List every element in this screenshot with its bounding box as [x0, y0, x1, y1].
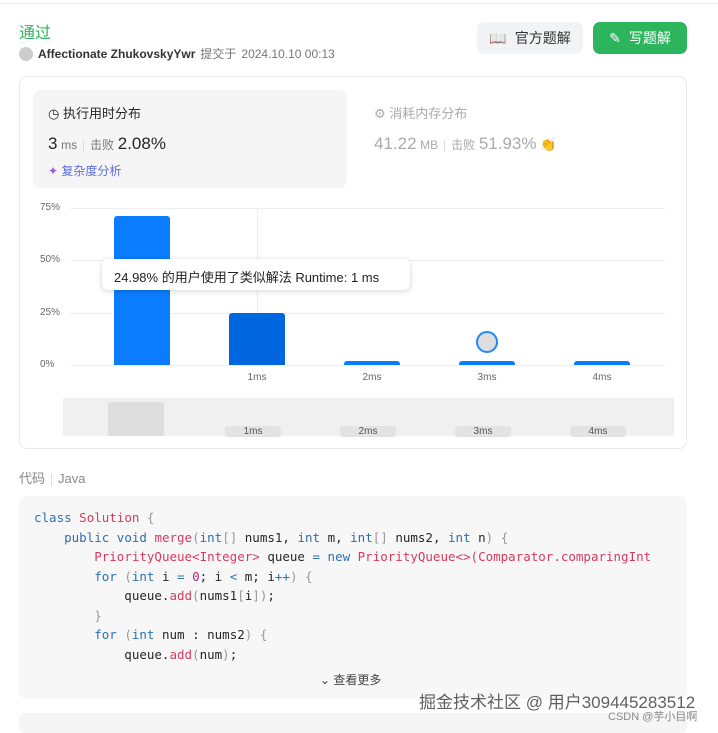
runtime-value: 3 — [48, 134, 58, 153]
clock-icon: ◷ — [48, 106, 60, 121]
navigator-label: 4ms — [570, 426, 626, 437]
next-section — [19, 713, 687, 733]
bar-0ms[interactable] — [114, 216, 170, 365]
official-solution-button[interactable]: 📖 官方题解 — [477, 22, 583, 54]
chevron-down-icon: ⌄ — [320, 673, 331, 687]
bar-2ms[interactable] — [344, 361, 400, 365]
runtime-unit: ms — [61, 138, 78, 152]
x-tick-label: 1ms — [247, 372, 267, 383]
memory-unit: MB — [420, 138, 439, 152]
official-solution-label: 官方题解 — [514, 30, 571, 46]
x-tick-label: 2ms — [362, 372, 382, 383]
runtime-beat: 2.08% — [117, 134, 166, 153]
submitted-label: 提交于 — [200, 47, 237, 61]
runtime-beat-label: 击败 — [90, 138, 115, 152]
memory-title: 消耗内存分布 — [389, 106, 468, 121]
x-tick-label: 3ms — [477, 372, 497, 383]
runtime-title-text: 执行用时分布 — [62, 106, 141, 121]
code-header: 代码 Java — [19, 468, 85, 487]
complexity-analysis-link[interactable]: ✦ 复杂度分析 — [48, 162, 121, 179]
show-more-label: 查看更多 — [333, 673, 382, 687]
runtime-stats: 3 ms 击败 2.08% — [48, 134, 166, 154]
book-icon: 📖 — [489, 29, 507, 46]
memory-beat-label: 击败 — [451, 138, 476, 152]
complexity-analysis-label: 复杂度分析 — [61, 164, 122, 178]
code-block[interactable]: class Solution { public void merge(int[]… — [19, 496, 687, 699]
memory-stats: 41.22 MB 击败 51.93% 👏 — [374, 134, 556, 154]
edit-icon: ✎ — [609, 29, 621, 46]
submission-time: 2024.10.10 00:13 — [241, 46, 335, 61]
bar-1ms[interactable] — [229, 312, 285, 365]
chip-icon: ⚙ — [374, 106, 386, 121]
memory-tab[interactable]: ⚙ 消耗内存分布 — [374, 103, 467, 122]
y-tick-label: 50% — [40, 254, 61, 266]
gridline — [70, 208, 665, 209]
navigator-handle[interactable] — [108, 402, 164, 436]
my-submission-marker[interactable] — [476, 331, 498, 353]
avatar — [19, 46, 33, 61]
bar-4ms[interactable] — [574, 361, 630, 365]
clap-icon: 👏 — [540, 137, 557, 152]
gridline — [70, 365, 665, 366]
show-more-button[interactable]: ⌄ 查看更多 — [320, 671, 381, 688]
write-solution-button[interactable]: ✎ 写题解 — [593, 22, 687, 54]
code-language: Java — [58, 471, 86, 486]
sparkle-icon: ✦ — [48, 164, 59, 178]
y-tick-label: 0% — [40, 359, 55, 370]
navigator-label: 2ms — [340, 426, 396, 437]
runtime-title: ◷ 执行用时分布 — [48, 103, 141, 122]
memory-value: 41.22 — [374, 134, 417, 153]
code-label: 代码 — [19, 471, 46, 486]
top-divider — [0, 3, 718, 4]
bar-3ms[interactable] — [459, 361, 515, 365]
navigator-label: 3ms — [455, 426, 511, 437]
x-tick-label: 4ms — [592, 372, 612, 383]
write-solution-label: 写题解 — [628, 30, 671, 46]
submission-status: 通过 — [19, 25, 52, 42]
chart-tooltip: 24.98% 的用户使用了类似解法 Runtime: 1 ms — [102, 259, 410, 290]
submission-info: Affectionate ZhukovskyYwr 提交于 2024.10.10… — [19, 45, 335, 62]
y-tick-label: 75% — [40, 202, 61, 213]
user-name[interactable]: Affectionate ZhukovskyYwr — [38, 47, 195, 61]
navigator-label: 1ms — [225, 426, 281, 437]
csdn-watermark: CSDN @芋小目啊 — [608, 711, 698, 723]
memory-beat: 51.93% — [478, 134, 537, 153]
y-tick-label: 25% — [40, 306, 61, 318]
